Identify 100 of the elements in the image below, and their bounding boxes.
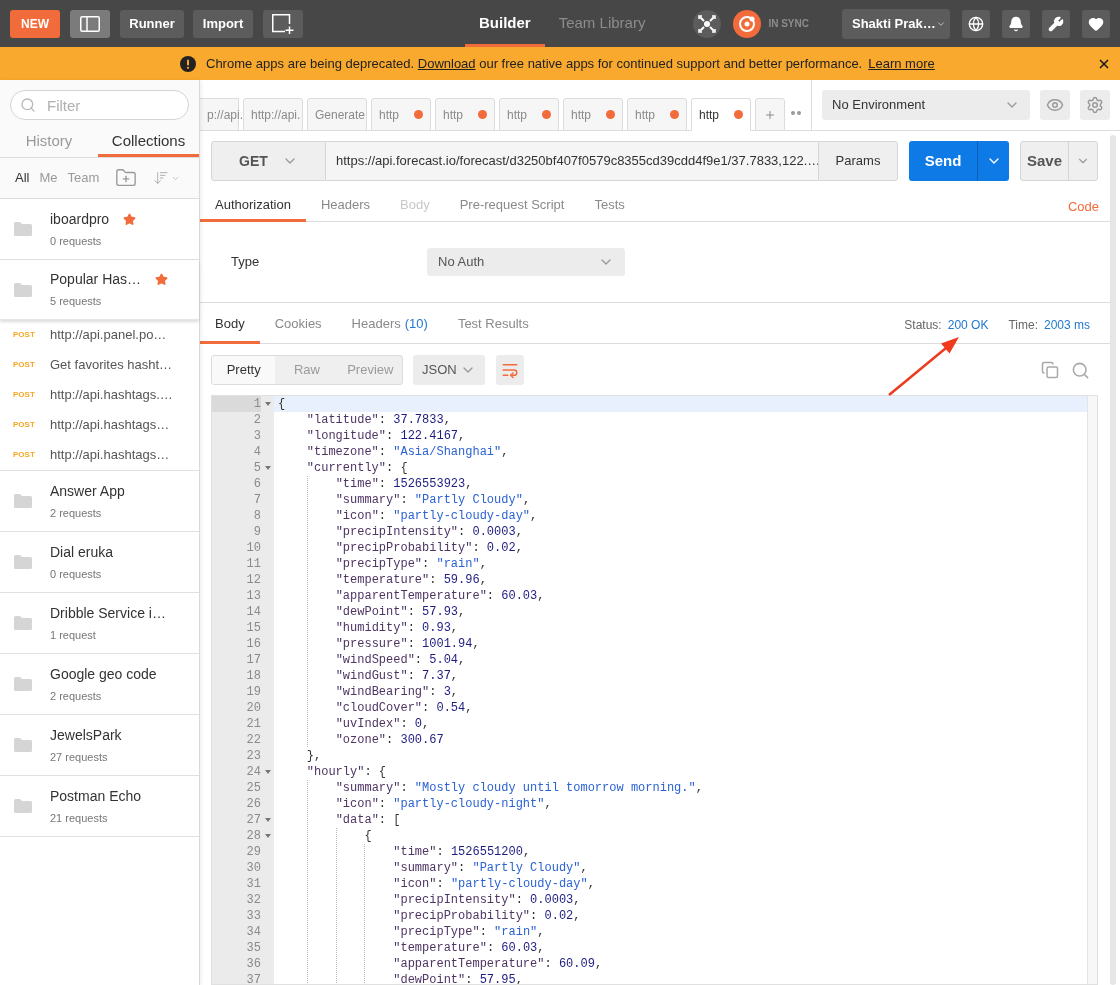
line-number: 32 xyxy=(245,892,261,908)
favorite-button[interactable] xyxy=(1082,9,1110,38)
settings-button[interactable] xyxy=(1042,9,1070,38)
code-line: "summary": "Partly Cloudy", xyxy=(274,860,1087,876)
manage-environments-button[interactable] xyxy=(1080,90,1110,120)
request-option-tab[interactable]: Authorization xyxy=(200,190,306,222)
request-tab[interactable]: http xyxy=(691,98,751,131)
response-tab[interactable]: Headers (10) xyxy=(336,303,443,344)
bell-icon xyxy=(1008,15,1024,32)
request-option-tab[interactable]: Pre-request Script xyxy=(444,190,580,222)
save-button[interactable]: Save xyxy=(1021,142,1068,180)
request-item[interactable]: POST http://api.hashtags.… xyxy=(0,380,199,410)
fold-caret-icon[interactable] xyxy=(264,818,271,822)
search-icon[interactable] xyxy=(1071,360,1090,380)
close-button[interactable] xyxy=(1097,57,1111,71)
format-select[interactable]: JSON xyxy=(413,355,485,385)
folder-icon xyxy=(14,738,32,752)
collection-item[interactable]: Answer App 2 requests xyxy=(0,471,199,531)
sidebar-toggle-button[interactable] xyxy=(70,9,110,38)
code-line: "cloudCover": 0.54, xyxy=(274,700,1087,716)
target-icon[interactable] xyxy=(693,9,722,38)
download-link[interactable]: Download xyxy=(417,55,476,71)
new-folder-icon[interactable] xyxy=(114,167,139,189)
request-option-tab[interactable]: Headers xyxy=(305,190,386,222)
plus-icon xyxy=(764,108,776,121)
params-button[interactable]: Params xyxy=(818,141,898,181)
fold-caret-icon[interactable] xyxy=(264,834,271,838)
heart-icon xyxy=(1088,15,1104,32)
collection-item[interactable]: Dribble Service i… 1 request xyxy=(0,593,199,653)
code-line: "precipIntensity": 0.0003, xyxy=(274,892,1087,908)
import-button[interactable]: Import xyxy=(193,9,253,38)
request-item[interactable]: POST http://api.hashtags… xyxy=(0,410,199,440)
method-select[interactable]: GET xyxy=(211,141,326,181)
collection-name: Google geo code xyxy=(50,664,157,684)
sync-icon[interactable] xyxy=(733,9,762,38)
send-button[interactable]: Send xyxy=(909,141,977,181)
request-count: 27 requests xyxy=(50,749,109,765)
new-tab-button[interactable] xyxy=(755,98,785,131)
page-scrollbar[interactable] xyxy=(1110,135,1116,985)
filter-field[interactable]: Filter xyxy=(10,90,189,120)
code-line: { xyxy=(274,828,1087,844)
new-window-icon xyxy=(272,13,294,34)
code-line: }, xyxy=(305,748,323,764)
request-option-tab[interactable]: Tests xyxy=(579,190,640,222)
fold-caret-icon[interactable] xyxy=(264,402,271,406)
environment-select[interactable]: No Environment xyxy=(822,90,1030,120)
more-tabs-icon[interactable] xyxy=(791,111,801,115)
notifications-button[interactable] xyxy=(1002,9,1030,38)
collection-name: iboardpro xyxy=(50,209,110,229)
code-line: "precipProbability": 0.02, xyxy=(274,908,1087,924)
response-tab[interactable]: Test Results xyxy=(442,303,544,344)
request-item[interactable]: POST http://api.panel.po… xyxy=(0,320,199,350)
collection-item[interactable]: Popular Has… 5 requests xyxy=(0,260,199,320)
owner-filter-tab[interactable]: All xyxy=(15,168,30,188)
copy-icon[interactable] xyxy=(1041,361,1059,379)
line-number: 28 xyxy=(245,828,261,844)
collection-item[interactable]: iboardpro 0 requests xyxy=(0,199,199,259)
fold-caret-icon[interactable] xyxy=(264,466,271,470)
status-value: 200 OK xyxy=(947,317,989,334)
code-line: "ozone": 300.67 xyxy=(274,732,1087,748)
warning-icon xyxy=(180,55,196,72)
response-tab[interactable]: Cookies xyxy=(259,303,337,344)
collection-name: Answer App xyxy=(50,481,125,501)
line-number: 25 xyxy=(245,780,261,796)
request-name: Get favorites hasht… xyxy=(50,356,173,375)
runner-button[interactable]: Runner xyxy=(120,9,184,38)
collection-item[interactable]: JewelsPark 27 requests xyxy=(0,715,199,775)
view-mode-tab[interactable]: Pretty xyxy=(212,356,276,384)
sort-button[interactable] xyxy=(153,169,181,187)
user-menu[interactable]: Shakti Prak… xyxy=(842,8,950,39)
url-field[interactable]: https://api.forecast.io/forecast/d3250bf407f0579c8355cd39cdd4f9e1/37.7833,122.… xyxy=(326,141,818,181)
star-icon[interactable] xyxy=(155,273,169,287)
auth-type-select[interactable]: No Auth xyxy=(427,248,625,276)
line-number: 15 xyxy=(245,620,261,636)
code-line: "icon": "partly-cloudy-day", xyxy=(274,508,1087,524)
editor-scrollbar[interactable] xyxy=(1087,396,1097,984)
code-line: "hourly": { xyxy=(305,764,388,780)
code-line: "temperature": 59.96, xyxy=(274,572,1087,588)
fold-caret-icon[interactable] xyxy=(264,770,271,774)
collection-name: Postman Echo xyxy=(50,786,142,806)
code-line: "windGust": 7.37, xyxy=(274,668,1087,684)
folder-icon xyxy=(14,494,32,508)
learn-more-link[interactable]: Learn more xyxy=(868,53,935,74)
request-item[interactable]: POST Get favorites hasht… xyxy=(0,350,199,380)
star-icon[interactable] xyxy=(123,212,137,226)
wrap-lines-button[interactable] xyxy=(496,355,524,385)
code-line: "dewPoint": 57.93, xyxy=(274,604,1087,620)
new-window-button[interactable] xyxy=(263,9,303,38)
line-number: 18 xyxy=(245,668,261,684)
response-tab[interactable]: Body xyxy=(200,303,260,344)
collection-item[interactable]: Google geo code 2 requests xyxy=(0,654,199,714)
request-item[interactable]: POST http://api.hashtags… xyxy=(0,440,199,470)
code-line: "apparentTemperature": 60.03, xyxy=(274,588,1087,604)
preview-environment-button[interactable] xyxy=(1040,90,1070,120)
line-number: 19 xyxy=(245,684,261,700)
code-line: "latitude": 37.7833, xyxy=(305,412,452,428)
line-number: 4 xyxy=(252,444,261,460)
collection-item[interactable]: Postman Echo 21 requests xyxy=(0,776,199,836)
globe-button[interactable] xyxy=(962,9,990,38)
collection-item[interactable]: Dial eruka 0 requests xyxy=(0,532,199,592)
